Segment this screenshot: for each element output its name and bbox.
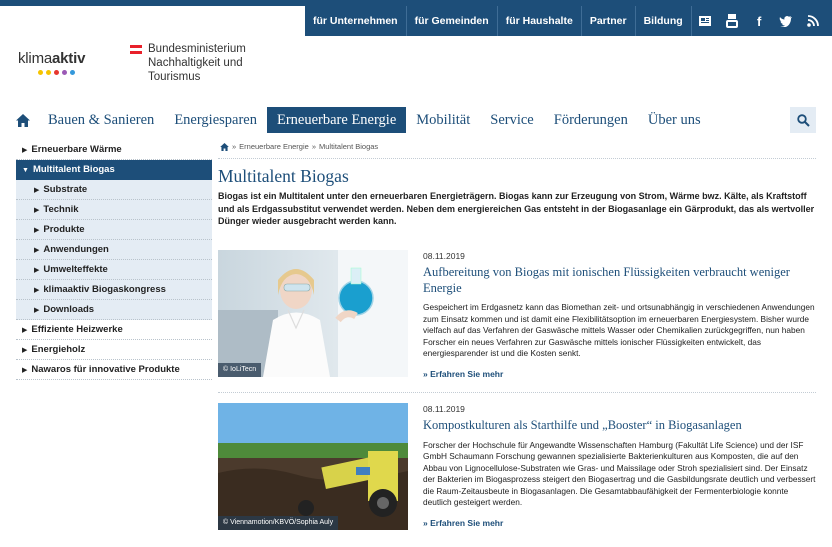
nav-bauen-sanieren[interactable]: Bauen & Sanieren bbox=[38, 107, 164, 133]
article-image-scientist[interactable]: © IoLiTecn bbox=[218, 250, 408, 377]
nav-service[interactable]: Service bbox=[480, 107, 543, 133]
sidebar-item-label: Multitalent Biogas bbox=[32, 164, 115, 175]
logo-dot bbox=[70, 70, 75, 75]
triangle-right-icon: ▶ bbox=[22, 367, 28, 374]
sidebar-item-label: Umwelteffekte bbox=[43, 264, 108, 275]
search-icon bbox=[796, 113, 810, 127]
util-link-bildung[interactable]: Bildung bbox=[636, 6, 692, 36]
triangle-right-icon: ▶ bbox=[34, 267, 40, 274]
nav-erneuerbare-energie[interactable]: Erneuerbare Energie bbox=[266, 107, 407, 133]
breadcrumb-item-multitalent-biogas[interactable]: Multitalent Biogas bbox=[319, 142, 378, 151]
article-title[interactable]: Aufbereitung von Biogas mit ionischen Fl… bbox=[423, 265, 816, 296]
sidebar-item-label: klimaaktiv Biogaskongress bbox=[43, 284, 166, 295]
breadcrumb-separator: » bbox=[232, 142, 237, 151]
breadcrumb-separator: » bbox=[311, 142, 316, 151]
triangle-right-icon: ▶ bbox=[22, 347, 28, 354]
sidebar-item-energieholz[interactable]: ▶ Energieholz bbox=[16, 340, 212, 360]
main-nav: Bauen & Sanieren Energiesparen Erneuerba… bbox=[0, 107, 832, 133]
logo-dot bbox=[38, 70, 43, 75]
facebook-icon[interactable]: f bbox=[746, 6, 773, 36]
nav-foerderungen[interactable]: Förderungen bbox=[544, 107, 638, 133]
rss-icon[interactable] bbox=[800, 6, 827, 36]
sidebar-item-nawaros[interactable]: ▶ Nawaros für innovative Produkte bbox=[16, 360, 212, 380]
sidebar-item-label: Produkte bbox=[43, 224, 85, 235]
divider bbox=[218, 392, 816, 393]
sidebar-item-heizwerke[interactable]: ▶ Effiziente Heizwerke bbox=[16, 320, 212, 340]
newsletter-icon[interactable] bbox=[692, 6, 719, 36]
triangle-right-icon: ▶ bbox=[34, 187, 40, 194]
breadcrumb: » Erneuerbare Energie » Multitalent Biog… bbox=[220, 142, 378, 151]
util-link-gemeinden[interactable]: für Gemeinden bbox=[407, 6, 498, 36]
ministry-line1: Bundesministerium bbox=[148, 43, 246, 55]
youtube-icon[interactable] bbox=[719, 6, 746, 36]
util-link-haushalte[interactable]: für Haushalte bbox=[498, 6, 582, 36]
triangle-right-icon: ▶ bbox=[22, 147, 28, 154]
divider bbox=[218, 158, 816, 159]
image-credit: © IoLiTecn bbox=[218, 363, 262, 377]
article-body: Forscher der Hochschule für Angewandte W… bbox=[423, 439, 816, 508]
logo-part2: aktiv bbox=[52, 50, 86, 67]
sidebar-item-downloads[interactable]: ▶ Downloads bbox=[16, 300, 212, 320]
klimaaktiv-logo[interactable]: klimaaktiv bbox=[18, 50, 85, 75]
sidebar-item-label: Anwendungen bbox=[43, 244, 109, 255]
sidebar-item-umwelteffekte[interactable]: ▶ Umwelteffekte bbox=[16, 260, 212, 280]
ministry-logo[interactable]: Bundesministerium Nachhaltigkeit und Tou… bbox=[130, 42, 246, 84]
article-date: 08.11.2019 bbox=[423, 404, 465, 414]
triangle-right-icon: ▶ bbox=[34, 207, 40, 214]
sidebar-item-label: Technik bbox=[43, 204, 79, 215]
logo-dots bbox=[38, 70, 85, 75]
logo-dot bbox=[46, 70, 51, 75]
sidebar-item-label: Substrate bbox=[43, 184, 88, 195]
triangle-right-icon: ▶ bbox=[34, 227, 40, 234]
sidebar-item-produkte[interactable]: ▶ Produkte bbox=[16, 220, 212, 240]
nav-mobilitaet[interactable]: Mobilität bbox=[406, 107, 480, 133]
read-more-link[interactable]: » Erfahren Sie mehr bbox=[423, 369, 816, 379]
sidebar-item-technik[interactable]: ▶ Technik bbox=[16, 200, 212, 220]
austria-flag-icon bbox=[130, 45, 142, 54]
nav-energiesparen[interactable]: Energiesparen bbox=[164, 107, 267, 133]
utility-nav: für Unternehmen für Gemeinden für Hausha… bbox=[305, 6, 832, 36]
logo-dot bbox=[62, 70, 67, 75]
article-title[interactable]: Kompostkulturen als Starthilfe und „Boos… bbox=[423, 418, 816, 434]
sidebar-item-anwendungen[interactable]: ▶ Anwendungen bbox=[16, 240, 212, 260]
home-icon[interactable] bbox=[220, 142, 229, 151]
nav-ueber-uns[interactable]: Über uns bbox=[638, 107, 711, 133]
logo-dot bbox=[54, 70, 59, 75]
util-link-unternehmen[interactable]: für Unternehmen bbox=[305, 6, 407, 36]
triangle-down-icon: ▼ bbox=[22, 167, 29, 174]
search-button[interactable] bbox=[790, 107, 816, 133]
article-image-compost[interactable]: © Viennamotion/KBVÖ/Sophia Auly bbox=[218, 403, 408, 530]
triangle-right-icon: ▶ bbox=[34, 287, 40, 294]
sidebar-nav: ▶ Erneuerbare Wärme ▼ Multitalent Biogas ▶… bbox=[16, 140, 212, 380]
article-date: 08.11.2019 bbox=[423, 251, 465, 261]
sidebar-item-erneuerbare-waerme[interactable]: ▶ Erneuerbare Wärme bbox=[16, 140, 212, 160]
twitter-icon[interactable] bbox=[773, 6, 800, 36]
ministry-line2: Nachhaltigkeit und bbox=[148, 57, 243, 69]
triangle-right-icon: ▶ bbox=[22, 327, 28, 334]
article-body: Gespeichert im Erdgasnetz kann das Biome… bbox=[423, 302, 815, 358]
sidebar-item-label: Effiziente Heizwerke bbox=[31, 324, 123, 335]
home-icon[interactable] bbox=[8, 107, 38, 133]
util-link-partner[interactable]: Partner bbox=[582, 6, 636, 36]
page-intro: Biogas ist ein Multitalent unter den ern… bbox=[218, 191, 815, 226]
triangle-right-icon: ▶ bbox=[34, 247, 40, 254]
read-more-link[interactable]: » Erfahren Sie mehr bbox=[423, 518, 816, 528]
sidebar-item-label: Energieholz bbox=[31, 344, 86, 355]
sidebar-item-biogaskongress[interactable]: ▶ klimaaktiv Biogaskongress bbox=[16, 280, 212, 300]
sidebar-item-substrate[interactable]: ▶ Substrate bbox=[16, 180, 212, 200]
sidebar-item-label: Erneuerbare Wärme bbox=[31, 144, 122, 155]
sidebar-item-label: Downloads bbox=[43, 304, 95, 315]
sidebar-item-label: Nawaros für innovative Produkte bbox=[31, 364, 180, 375]
sidebar-item-multitalent-biogas[interactable]: ▼ Multitalent Biogas bbox=[16, 160, 212, 180]
page-title: Multitalent Biogas bbox=[218, 166, 349, 186]
triangle-right-icon: ▶ bbox=[34, 307, 40, 314]
ministry-line3: Tourismus bbox=[148, 71, 201, 83]
logo-part1: klima bbox=[18, 50, 53, 67]
image-credit: © Viennamotion/KBVÖ/Sophia Auly bbox=[218, 516, 339, 530]
breadcrumb-item-erneuerbare-energie[interactable]: Erneuerbare Energie bbox=[239, 142, 309, 151]
